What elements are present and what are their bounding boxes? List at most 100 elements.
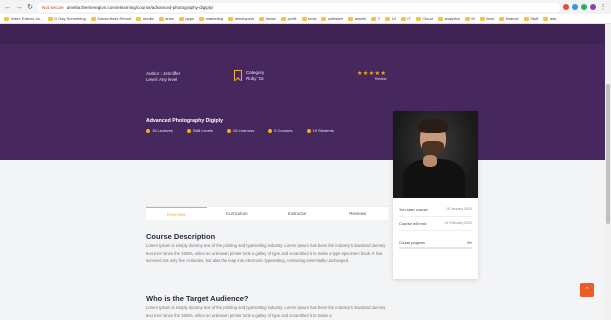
bookmark-icon [234,70,242,81]
folder-icon [259,16,265,21]
bookmark-item[interactable]: profit [281,16,297,21]
tab-reviews[interactable]: Reviews [328,207,389,220]
course-stat: 15 Lectures [146,128,173,133]
folder-icon [415,16,421,21]
folder-icon [158,16,164,21]
folder-icon [400,16,406,21]
bookmark-item[interactable]: music [259,16,276,21]
folder-icon [281,16,287,21]
start-label: You start course [399,207,428,212]
folder-icon [385,16,391,21]
folder-icon [47,16,53,21]
course-stat: 5 Courses [268,128,293,133]
folder-icon [136,16,142,21]
description-title: Course Description [146,232,216,241]
folder-icon [321,16,327,21]
start-date: 19 January 2020 [445,207,472,211]
bookmark-item[interactable]: IT [400,16,411,21]
bookmark-item[interactable]: software [321,16,343,21]
tab-curriculum[interactable]: Curriculum [207,207,268,220]
stat-icon [226,128,231,133]
reload-icon[interactable]: ↻ [26,3,34,11]
scrollbar[interactable] [605,24,611,320]
url-text: amelia.themeregion.com/elearning/course/… [66,4,214,10]
site-header [0,24,605,44]
tab-instructor[interactable]: Instructor [267,207,328,220]
bookmark-item[interactable]: draw [158,16,174,21]
start-row: You start course 19 January 2020 [393,207,478,212]
url-input[interactable]: Not secure amelia.themeregion.com/elearn… [37,2,560,12]
star-icons: ★★★★★ [357,71,387,77]
folder-icon [523,16,529,21]
stat-icon [146,128,150,133]
folder-icon [4,16,9,21]
course-stat: 19 Students [306,128,334,133]
bookmark-item[interactable]: media [136,16,154,21]
course-hero: Author : Jenniffer Level: Any level Cate… [0,24,605,160]
folder-icon [479,16,485,21]
folder-icon [499,16,505,21]
bookmark-item[interactable]: Subscribers Remot [90,16,131,21]
review-label: Review [374,77,387,81]
end-label: Course will end [399,221,427,226]
folder-icon [464,16,470,21]
bookmark-item[interactable]: ads [543,16,556,21]
page: Author : Jenniffer Level: Any level Cate… [0,24,605,320]
course-tabs: Overview Curriculum Instructor Reviews [146,206,388,220]
bookmarks-bar: Video Editors Ja... D Day Something Subscr… [0,14,611,24]
tab-overview[interactable]: Overview [146,207,207,220]
folder-icon [371,16,377,21]
forward-icon[interactable]: → [15,3,23,11]
bookmark-item[interactable]: Stuff [523,16,538,21]
progress-bar [399,247,472,249]
bookmark-item[interactable]: tools [301,16,316,21]
course-stat: 15 Learners [226,128,254,133]
bookmark-item[interactable]: D Day Something [47,16,86,21]
bookmark-item[interactable]: links [479,16,494,21]
course-stats: 15 Lectures Skill Levels 15 Learners 5 Cour… [146,128,334,133]
extension-icon[interactable] [572,4,578,10]
bookmark-item[interactable]: finance [499,16,519,21]
bookmark-item[interactable]: apps [178,16,194,21]
bookmark-item[interactable]: marketing [199,16,223,21]
bookmark-item[interactable]: Cloud [415,16,433,21]
end-row: Course will end 19 February 2020 [393,221,478,226]
rating: ★★★★★ Review [357,70,386,81]
folder-icon [199,16,205,21]
bookmark-item[interactable]: Y [371,16,380,21]
bookmark-item[interactable]: M [464,16,475,21]
course-level: Level: Any level [146,77,178,82]
progress-label: Course progress [399,241,425,245]
audience-title: Who is the Target Audience? [146,294,249,303]
bookmark-item[interactable]: developers [228,16,254,21]
stat-icon [268,128,273,133]
stat-icon [186,128,191,133]
menu-icon[interactable]: ⋮ [599,3,607,11]
course-stat: Skill Levels [186,128,213,133]
bookmark-item[interactable]: analytics [437,16,460,21]
secure-label: Not secure [42,4,64,10]
scroll-to-top-button[interactable]: ⌃ [580,283,594,297]
folder-icon [178,16,184,21]
extension-icon[interactable] [581,4,587,10]
bookmark-item[interactable]: assets [348,16,366,21]
bookmark-item[interactable]: Video Editors Ja... [4,16,43,21]
category-value: Ruby '15 [246,76,264,81]
progress-value: 0% [466,241,472,245]
browser-address-bar: ← → ↻ Not secure amelia.themeregion.com/… [0,0,611,14]
stat-icon [306,128,311,133]
arrow-up-icon: ⌃ [584,287,590,294]
folder-icon [90,16,96,21]
folder-icon [543,16,549,21]
extension-icon[interactable] [563,4,569,10]
course-card: You start course 19 January 2020 Course … [393,111,478,279]
back-icon[interactable]: ← [4,3,12,11]
extension-icon[interactable] [590,4,596,10]
folder-icon [301,16,307,21]
instructor-photo [393,111,478,198]
folder-icon [437,16,443,21]
progress-row: Course progress 0% [393,241,478,245]
author-info: Author : Jenniffer Level: Any level [146,71,180,83]
category-info: Category Ruby '15 [234,70,264,82]
bookmark-item[interactable]: UI [385,16,396,21]
